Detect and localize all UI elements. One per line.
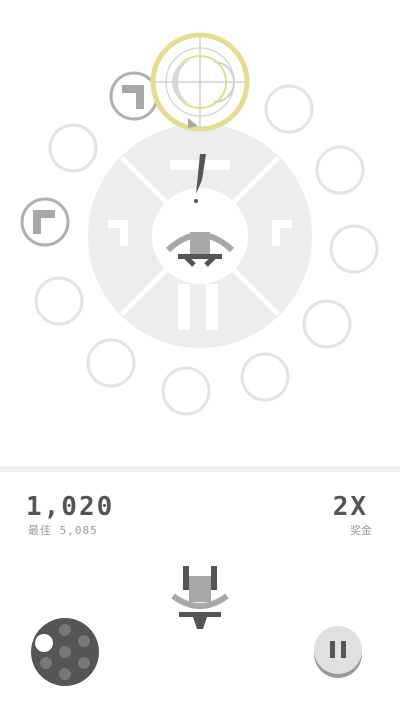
ring-slot — [240, 352, 290, 402]
score-value: 1,020 — [26, 492, 115, 522]
ring-slot — [315, 145, 365, 195]
best-score: 最佳 5,085 — [28, 522, 98, 538]
best-value: 5,085 — [59, 524, 98, 537]
pause-button[interactable] — [312, 624, 364, 680]
occupied-slot-top — [109, 71, 159, 121]
player-character — [171, 566, 229, 629]
best-label: 最佳 — [28, 524, 52, 537]
ring-slot — [264, 84, 314, 134]
ring-slot — [48, 123, 98, 173]
multiplier-label: 奖金 — [350, 524, 372, 537]
game-board — [20, 32, 379, 416]
ring-slot — [302, 299, 352, 349]
ring-slot — [86, 338, 136, 388]
ring-slot — [329, 224, 379, 274]
ring-slot — [161, 366, 211, 416]
ring-slot — [34, 276, 84, 326]
target-highlight — [150, 32, 250, 132]
occupied-slot-left — [20, 197, 70, 247]
multiplier-value: 2X — [332, 492, 368, 522]
hud-panel: 1,020 最佳 5,085 2X 奖金 — [0, 466, 400, 716]
revolver-cylinder-icon[interactable] — [28, 615, 102, 689]
